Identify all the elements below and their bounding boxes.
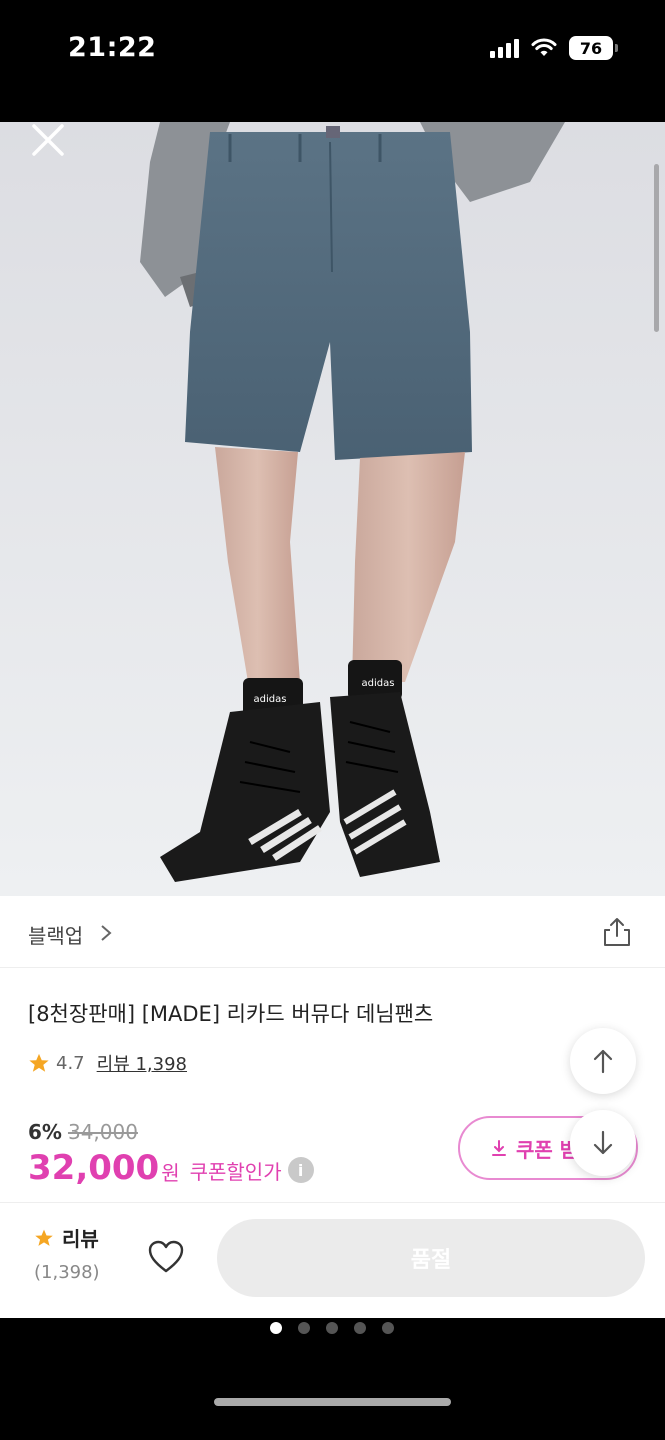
- svg-text:adidas: adidas: [362, 678, 395, 689]
- chevron-right-icon: [101, 925, 112, 941]
- page-dot[interactable]: [354, 1322, 366, 1334]
- product-photo-illustration: adidas adidas: [0, 122, 665, 896]
- rating-value: 4.7: [56, 1052, 85, 1074]
- brand-name[interactable]: 블랙업: [28, 920, 83, 949]
- close-icon[interactable]: [28, 122, 68, 158]
- scroll-up-button[interactable]: [570, 1028, 636, 1094]
- arrow-down-icon: [593, 1130, 613, 1155]
- heart-icon[interactable]: [146, 1237, 186, 1277]
- rating-row: 4.7 리뷰 1,398: [28, 1050, 187, 1076]
- page-dot[interactable]: [270, 1322, 282, 1334]
- page-dot[interactable]: [298, 1322, 310, 1334]
- star-icon: [29, 1053, 49, 1072]
- review-count-link[interactable]: 리뷰 1,398: [97, 1050, 187, 1076]
- page-indicator: [270, 1322, 394, 1334]
- price-row: 32,000 원 쿠폰할인가 i: [28, 1148, 314, 1188]
- status-icons: 76: [490, 36, 618, 60]
- brand-row[interactable]: 블랙업: [0, 896, 665, 968]
- page-dot[interactable]: [326, 1322, 338, 1334]
- wifi-icon: [531, 38, 557, 56]
- product-title: [8천장판매] [MADE] 리카드 버뮤다 데님팬츠: [28, 1002, 434, 1026]
- bottom-review-button[interactable]: 리뷰 (1,398): [34, 1223, 114, 1283]
- currency-label: 원: [161, 1160, 180, 1185]
- status-bar: 21:22 76: [0, 0, 665, 122]
- coupon-price-label: 쿠폰할인가: [189, 1159, 282, 1184]
- bottom-review-label: 리뷰: [62, 1227, 99, 1251]
- page-dot[interactable]: [382, 1322, 394, 1334]
- star-icon: [35, 1229, 53, 1246]
- svg-text:adidas: adidas: [254, 694, 287, 705]
- scroll-down-button[interactable]: [570, 1110, 636, 1176]
- status-time: 21:22: [68, 32, 157, 63]
- download-icon: [492, 1140, 506, 1156]
- bottom-review-count: (1,398): [34, 1262, 100, 1283]
- product-info-sheet: 블랙업 [8천장판매] [MADE] 리카드 버뮤다 데님팬츠 4.7 리뷰 1…: [0, 896, 665, 1318]
- scroll-indicator[interactable]: [654, 164, 659, 332]
- coupon-button-label: 쿠폰 받: [516, 1137, 579, 1162]
- bottom-system-area: [0, 1318, 665, 1440]
- product-image[interactable]: adidas adidas: [0, 122, 665, 896]
- home-indicator[interactable]: [214, 1398, 451, 1406]
- sale-price: 32,000: [28, 1148, 160, 1188]
- discount-row: 6% 34,000: [28, 1120, 138, 1144]
- info-icon[interactable]: i: [287, 1157, 314, 1183]
- original-price: 34,000: [67, 1120, 138, 1144]
- bottom-action-bar: 리뷰 (1,398) 품절: [0, 1202, 665, 1318]
- discount-percent: 6%: [28, 1120, 62, 1144]
- soldout-button[interactable]: 품절: [217, 1219, 645, 1297]
- share-icon[interactable]: [601, 916, 633, 948]
- arrow-up-icon: [593, 1049, 613, 1074]
- cellular-signal-icon: [490, 38, 519, 58]
- battery-indicator: 76: [569, 36, 618, 60]
